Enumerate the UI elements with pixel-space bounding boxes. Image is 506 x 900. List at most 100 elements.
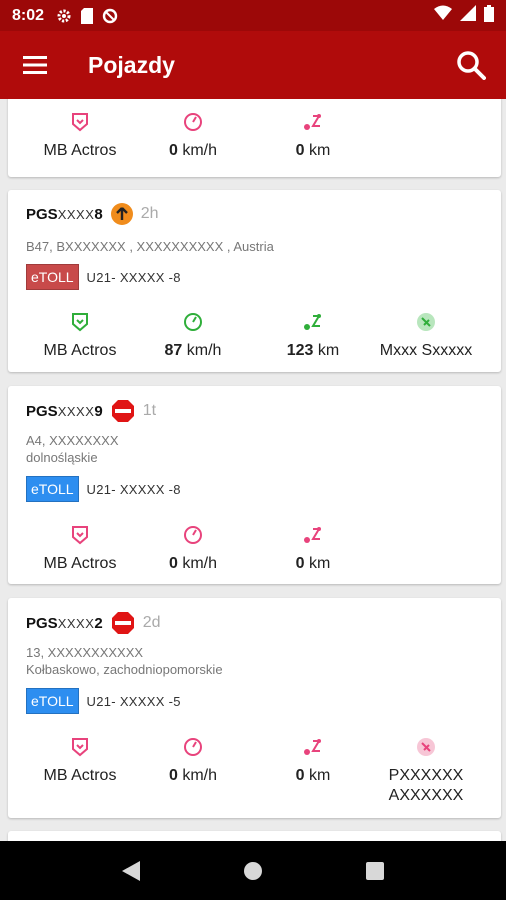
sd-card-icon: [81, 7, 94, 24]
vehicle-stats: MB Actros 0 km/h 0 km: [8, 522, 501, 582]
model-stat: MB Actros: [25, 522, 135, 574]
menu-button[interactable]: [0, 31, 70, 99]
speedometer-icon: [138, 734, 248, 760]
driver-stat: PXXXXXX AXXXXXX: [371, 734, 481, 806]
etoll-badge: eTOLL: [26, 476, 79, 502]
toll-id: U21- XXXXX -8: [86, 269, 181, 285]
back-button[interactable]: [121, 860, 140, 881]
app-bar: Pojazdy: [0, 31, 506, 99]
speed-value: 0: [168, 555, 178, 572]
driver-card-icon: [371, 734, 481, 760]
driver-name: Mxxx Sxxxxx: [379, 342, 473, 359]
speed-value: 87: [164, 342, 183, 359]
settings-gear-icon: [56, 8, 72, 24]
truck-shield-icon: [25, 309, 135, 335]
route-icon: [258, 309, 368, 335]
model-name: MB Actros: [43, 142, 117, 159]
back-triangle-icon: [121, 860, 140, 881]
route-icon: [258, 109, 368, 135]
home-button[interactable]: [243, 861, 263, 881]
model-stat: MB Actros: [25, 734, 135, 786]
driver-stat: Mxxx Sxxxxx: [371, 309, 481, 361]
search-button[interactable]: [436, 31, 506, 99]
vehicle-card[interactable]: PGS XXXX 8 2h B47, BXXXXXXX , XXXXXXXXXX…: [8, 190, 501, 372]
model-name: MB Actros: [43, 555, 117, 572]
search-icon: [457, 51, 486, 80]
speedometer-icon: [138, 309, 248, 335]
driver-name-line2: AXXXXXX: [388, 787, 464, 804]
recents-button[interactable]: [366, 861, 385, 880]
plate-mid: XXXX: [57, 206, 95, 222]
vehicle-stats: MB Actros 0 km/h 0 km: [8, 109, 501, 169]
truck-shield-icon: [25, 109, 135, 135]
status-bar: 8:02: [0, 0, 506, 31]
distance-unit: km: [309, 555, 331, 572]
speed-stat: 87 km/h: [138, 309, 248, 361]
speed-unit: km/h: [182, 555, 218, 572]
address-line: B47, BXXXXXXX , XXXXXXXXXX , Austria: [26, 239, 274, 254]
home-circle-icon: [243, 861, 262, 880]
etoll-badge: eTOLL: [26, 264, 79, 290]
vehicle-card[interactable]: PGS XXXX 2 2d 13, XXXXXXXXXXX Kołbaskowo…: [8, 598, 501, 818]
speed-stat: 0 km/h: [138, 109, 248, 161]
model-name: MB Actros: [43, 767, 117, 784]
signal-icon: [460, 5, 476, 26]
plate-prefix: PGS: [26, 402, 58, 420]
truck-shield-icon: [25, 522, 135, 548]
last-update-age: 2h: [140, 205, 159, 222]
speed-unit: km/h: [182, 767, 218, 784]
plate-suffix: 8: [94, 205, 103, 223]
vehicle-card[interactable]: MB Actros 0 km/h 0 km: [8, 99, 501, 177]
vehicle-card[interactable]: PGS XXXX 9 1t A4, XXXXXXXX dolnośląskie …: [8, 386, 501, 584]
address-line: A4, XXXXXXXX: [26, 433, 119, 448]
plate-mid: XXXX: [57, 403, 95, 419]
distance-stat: 0 km: [258, 109, 368, 161]
driver-card-icon: [371, 309, 481, 335]
speedometer-icon: [138, 109, 248, 135]
speed-value: 0: [168, 142, 178, 159]
last-update-age: 2d: [142, 614, 161, 631]
speed-stat: 0 km/h: [138, 522, 248, 574]
recents-square-icon: [366, 861, 385, 880]
distance-stat: 123 km: [258, 309, 368, 361]
plate-prefix: PGS: [26, 205, 58, 223]
arrow-up-icon: [110, 203, 133, 225]
distance-value: 123: [286, 342, 314, 359]
speed-unit: km/h: [182, 142, 218, 159]
vehicle-stats: MB Actros 0 km/h 0 km PXXXXXX AXXXXXX: [8, 734, 501, 804]
toll-id: U21- XXXXX -8: [86, 481, 181, 497]
distance-unit: km: [309, 142, 331, 159]
distance-unit: km: [317, 342, 340, 359]
address-region: dolnośląskie: [26, 450, 98, 465]
distance-value: 0: [295, 142, 305, 159]
toll-id: U21- XXXXX -5: [86, 693, 181, 709]
etoll-badge: eTOLL: [26, 688, 79, 714]
vehicle-list[interactable]: MB Actros 0 km/h 0 km PGS XXXX 8 2h B47,…: [0, 99, 506, 841]
driver-name-line1: PXXXXXX: [388, 767, 464, 784]
distance-value: 0: [295, 555, 305, 572]
speed-unit: km/h: [186, 342, 222, 359]
stop-sign-icon: [111, 399, 135, 423]
wifi-icon: [434, 5, 452, 26]
truck-shield-icon: [25, 734, 135, 760]
address-region: Kołbaskowo, zachodniopomorskie: [26, 662, 223, 677]
address-line: 13, XXXXXXXXXXX: [26, 645, 144, 660]
speed-value: 0: [168, 767, 178, 784]
vehicle-stats: MB Actros 87 km/h 123 km Mxxx Sxxxxx: [8, 309, 501, 369]
distance-stat: 0 km: [258, 522, 368, 574]
stop-sign-icon: [111, 611, 135, 635]
distance-value: 0: [295, 767, 305, 784]
last-update-age: 1t: [142, 402, 157, 419]
plate-prefix: PGS: [26, 614, 58, 632]
status-time: 8:02: [12, 6, 45, 24]
hamburger-menu-icon: [23, 56, 47, 74]
speedometer-icon: [138, 522, 248, 548]
data-saver-icon: [102, 8, 118, 24]
model-name: MB Actros: [43, 342, 117, 359]
plate-suffix: 9: [94, 402, 103, 420]
plate-mid: XXXX: [57, 615, 95, 631]
vehicle-card[interactable]: [8, 831, 501, 841]
navigation-bar: [0, 841, 506, 900]
route-icon: [258, 734, 368, 760]
route-icon: [258, 522, 368, 548]
